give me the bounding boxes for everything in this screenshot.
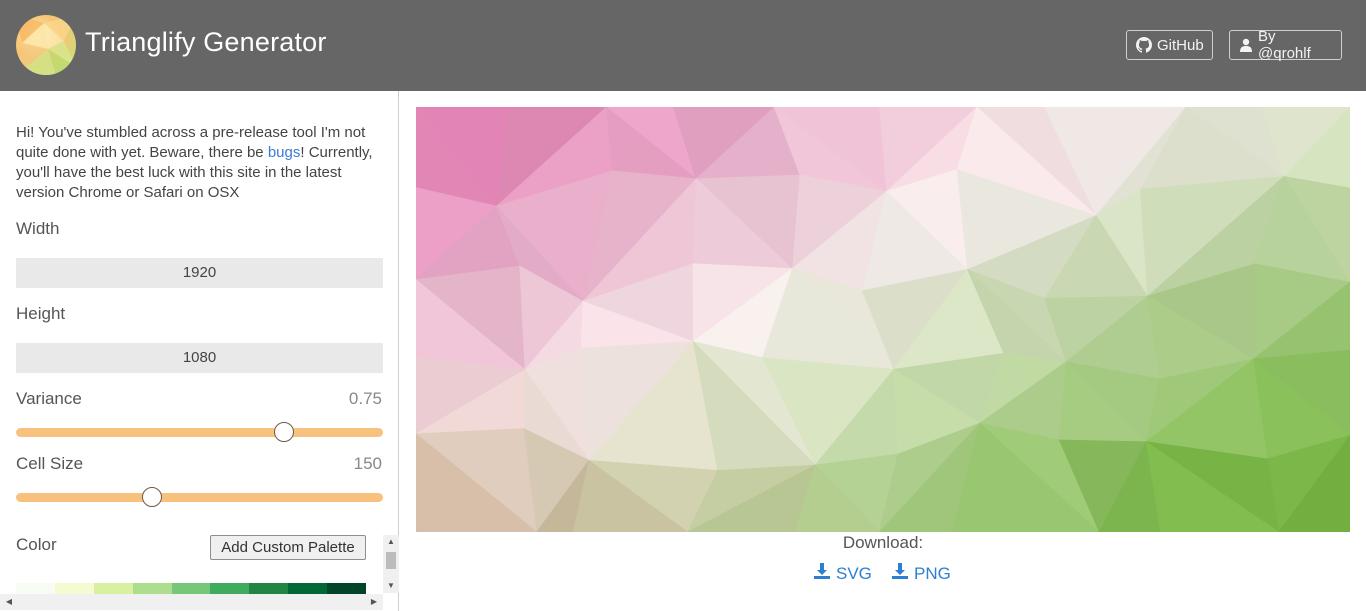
bugs-link[interactable]: bugs bbox=[268, 144, 301, 161]
download-png-link[interactable]: PNG bbox=[892, 563, 951, 584]
intro-text: Hi! You've stumbled across a pre-release… bbox=[16, 123, 386, 203]
horizontal-scrollbar[interactable]: ◀ ▶ bbox=[0, 594, 383, 610]
cell-size-slider-thumb[interactable] bbox=[141, 487, 162, 507]
cell-size-slider[interactable] bbox=[16, 493, 383, 502]
trianglify-logo bbox=[16, 15, 76, 75]
settings-sidebar: Hi! You've stumbled across a pre-release… bbox=[0, 91, 399, 611]
scroll-left-arrow-icon[interactable]: ◀ bbox=[2, 594, 16, 610]
png-label: PNG bbox=[914, 563, 951, 583]
height-label: Height bbox=[16, 304, 66, 323]
user-icon bbox=[1239, 38, 1253, 52]
scrollbar-thumb[interactable] bbox=[386, 552, 396, 569]
scroll-right-arrow-icon[interactable]: ▶ bbox=[367, 594, 381, 610]
app-title: Trianglify Generator bbox=[85, 27, 327, 57]
variance-slider[interactable] bbox=[16, 428, 383, 437]
width-input[interactable]: 1920 bbox=[16, 258, 383, 288]
variance-label: Variance bbox=[16, 389, 82, 408]
height-input[interactable]: 1080 bbox=[16, 343, 383, 373]
svg-label: SVG bbox=[836, 563, 872, 583]
download-icon bbox=[892, 563, 908, 584]
variance-slider-thumb[interactable] bbox=[273, 422, 294, 442]
add-custom-palette-button[interactable]: Add Custom Palette bbox=[210, 535, 366, 560]
scroll-down-arrow-icon[interactable]: ▼ bbox=[383, 579, 399, 593]
cell-size-label: Cell Size bbox=[16, 454, 84, 473]
download-icon bbox=[814, 563, 830, 584]
github-button[interactable]: GitHub bbox=[1126, 30, 1213, 60]
scroll-up-arrow-icon[interactable]: ▲ bbox=[383, 535, 399, 549]
width-label: Width bbox=[16, 219, 60, 238]
author-button[interactable]: By @qrohlf bbox=[1229, 28, 1342, 62]
github-icon bbox=[1136, 37, 1152, 53]
variance-value: 0.75 bbox=[348, 389, 382, 408]
github-label: GitHub bbox=[1157, 36, 1204, 54]
cell-size-value: 150 bbox=[353, 454, 382, 473]
download-svg-link[interactable]: SVG bbox=[814, 563, 872, 584]
vertical-scrollbar[interactable]: ▲ ▼ bbox=[383, 535, 399, 593]
download-label: Download: bbox=[842, 533, 924, 552]
color-label: Color bbox=[16, 535, 57, 554]
app-header: Trianglify Generator GitHub By @qrohlf bbox=[0, 0, 1366, 91]
trianglify-preview bbox=[416, 107, 1350, 532]
author-label: By @qrohlf bbox=[1258, 28, 1311, 62]
